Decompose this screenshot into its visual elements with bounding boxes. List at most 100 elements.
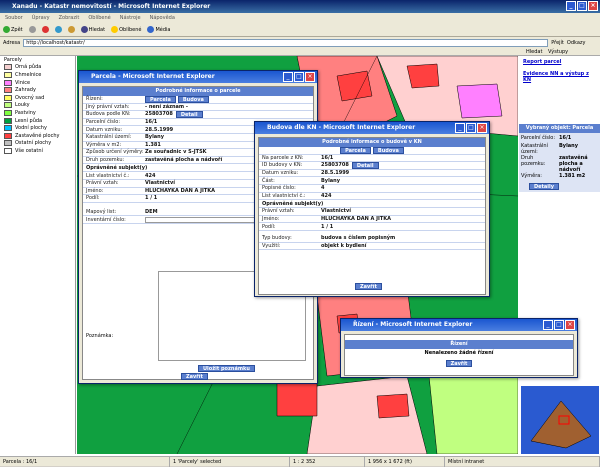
go-button[interactable]: Přejít [551, 40, 564, 46]
favorites-button[interactable]: Oblíbené [111, 26, 141, 33]
building-tab-building[interactable]: Budova [372, 146, 404, 154]
parcel-minimize-button[interactable]: _ [283, 72, 293, 82]
stop-button[interactable] [41, 26, 49, 33]
legend-swatch [4, 140, 12, 147]
overview-map[interactable] [521, 386, 599, 454]
media-icon [147, 26, 155, 33]
tab-outputs[interactable]: Výstupy [548, 49, 568, 55]
parcel-value: 25803708 [145, 111, 173, 118]
rizeni-minimize-button[interactable]: _ [543, 320, 553, 330]
legend-item[interactable]: Zahrady [0, 86, 75, 94]
back-arrow-icon [3, 26, 10, 33]
refresh-icon [54, 26, 62, 33]
parcel-value: 16/1 [145, 119, 158, 126]
building-body: Podrobné informace o budově v KN Parcela… [258, 137, 486, 295]
building-detail-button[interactable]: Detail [351, 161, 379, 169]
parcel-close-button[interactable]: Zavřít [181, 373, 208, 380]
media-button[interactable]: Média [147, 26, 171, 33]
building-dialog: Budova dle KN - Microsoft Internet Explo… [254, 121, 490, 297]
building-close-icon[interactable]: × [477, 123, 487, 133]
parcel-maximize-button[interactable]: □ [294, 72, 304, 82]
back-button[interactable]: Zpět [3, 26, 23, 33]
save-note-button[interactable]: Uložit poznámku [198, 365, 255, 372]
legend-item[interactable]: Ovocný sad [0, 94, 75, 102]
legend-label: Pastviny [15, 109, 36, 116]
close-button[interactable]: × [588, 1, 598, 11]
parcel-owner-value: 1 / 1 [145, 195, 158, 202]
menu-view[interactable]: Zobrazit [59, 13, 80, 23]
menu-tools[interactable]: Nástroje [120, 13, 141, 23]
building-key: Datum vzniku: [262, 170, 299, 177]
legend-swatch [4, 87, 12, 94]
building-extra-value: budova s číslem popisným [321, 235, 396, 242]
details-button[interactable]: Detaily [529, 183, 559, 190]
legend-item[interactable]: Pastviny [0, 109, 75, 117]
links-label[interactable]: Odkazy [567, 40, 586, 46]
legend-item[interactable]: Vodní plochy [0, 124, 75, 132]
legend-item[interactable]: Louky [0, 102, 75, 110]
address-input[interactable]: http://localhost/katastr/ [23, 38, 549, 47]
tab-building[interactable]: Budova [177, 95, 209, 103]
legend-item[interactable]: Lesní půda [0, 117, 75, 125]
menu-help[interactable]: Nápověda [150, 13, 175, 23]
legend-swatch [4, 79, 12, 86]
legend-label: Chmelnice [15, 71, 42, 78]
legend-item[interactable]: Zastavěné plochy [0, 132, 75, 140]
parcel-close-icon[interactable]: × [305, 72, 315, 82]
selected-value: 1.381 m2 [559, 173, 586, 179]
legend-item[interactable]: Vinice [0, 79, 75, 87]
home-button[interactable] [67, 26, 75, 33]
report-link[interactable]: Report parcel [523, 59, 596, 65]
menu-file[interactable]: Soubor [5, 13, 23, 23]
selected-row: Parcelní číslo: 16/1 [521, 135, 598, 143]
legend-title[interactable]: Parcely [0, 56, 75, 64]
menu-favorites[interactable]: Oblíbené [88, 13, 110, 23]
legend-item[interactable]: Chmelnice [0, 71, 75, 79]
building-tab-parcel[interactable]: Parcela [340, 146, 371, 154]
selected-row: Druh pozemku: zastavěná plocha a nádvoří [521, 155, 598, 173]
building-extra-value: objekt k bydlení [321, 242, 367, 249]
search-button[interactable]: Hledat [80, 26, 105, 33]
rizeni-maximize-button[interactable]: □ [554, 320, 564, 330]
legend-item[interactable]: Orná půda [0, 64, 75, 72]
evidence-link[interactable]: Evidence NN a výstup z KN [523, 71, 596, 83]
forward-button[interactable] [28, 26, 36, 33]
map-sheet-value: DEM [145, 209, 158, 216]
building-maximize-button[interactable]: □ [466, 123, 476, 133]
detail-button[interactable]: Detail [175, 110, 203, 118]
menu-bar: Soubor Úpravy Zobrazit Oblíbené Nástroje… [0, 13, 600, 23]
selected-key: Výměra: [521, 173, 542, 179]
rizeni-message: Nenalezeno žádné řízení [424, 350, 494, 356]
parcel-value: Bylany [145, 134, 164, 141]
building-minimize-button[interactable]: _ [455, 123, 465, 133]
legend-item[interactable]: Ostatní plochy [0, 140, 75, 148]
building-row: ID budovy v KN: 25803708 Detail [259, 161, 485, 170]
selected-key: Druh pozemku: [521, 155, 546, 167]
selected-value: zastavěná plocha a nádvoří [559, 155, 588, 173]
selected-key: Katastrální území: [521, 143, 548, 155]
rizeni-close-button[interactable]: Zavřít [445, 360, 473, 367]
building-dialog-title: Budova dle KN - Microsoft Internet Explo… [255, 122, 489, 134]
building-owner-key: Podíl: [262, 223, 276, 230]
menu-edit[interactable]: Úpravy [32, 13, 50, 23]
legend-item[interactable]: Vše ostatní [0, 147, 75, 155]
tab-search[interactable]: Hledat [526, 49, 542, 55]
building-value: 25803708 [321, 162, 349, 169]
parcel-key: Budova podle KN: [86, 111, 131, 118]
maximize-button[interactable]: □ [577, 1, 587, 11]
building-key: List vlastnictví č.: [262, 192, 306, 199]
building-row: Datum vzniku: 28.5.1999 [259, 170, 485, 178]
rizeni-close-icon[interactable]: × [565, 320, 575, 330]
building-extra-key: Využití: [262, 242, 281, 249]
building-row: List vlastnictví č.: 424 [259, 193, 485, 201]
parcel-key: Datum vzniku: [86, 126, 123, 133]
tab-parcel[interactable]: Parcela [145, 95, 176, 103]
selected-row: Výměra: 1.381 m2 [521, 173, 598, 181]
minimize-button[interactable]: _ [566, 1, 576, 11]
rizeni-body: Řízení Nenalezeno žádné řízení Zavřít [344, 334, 574, 376]
status-coords: 1 956 x 1 672 (ft) [365, 456, 445, 467]
building-value: 28.5.1999 [321, 170, 350, 177]
building-close-button[interactable]: Zavřít [355, 283, 382, 290]
refresh-button[interactable] [54, 26, 62, 33]
parcel-owner-key: Právní vztah: [86, 180, 119, 187]
